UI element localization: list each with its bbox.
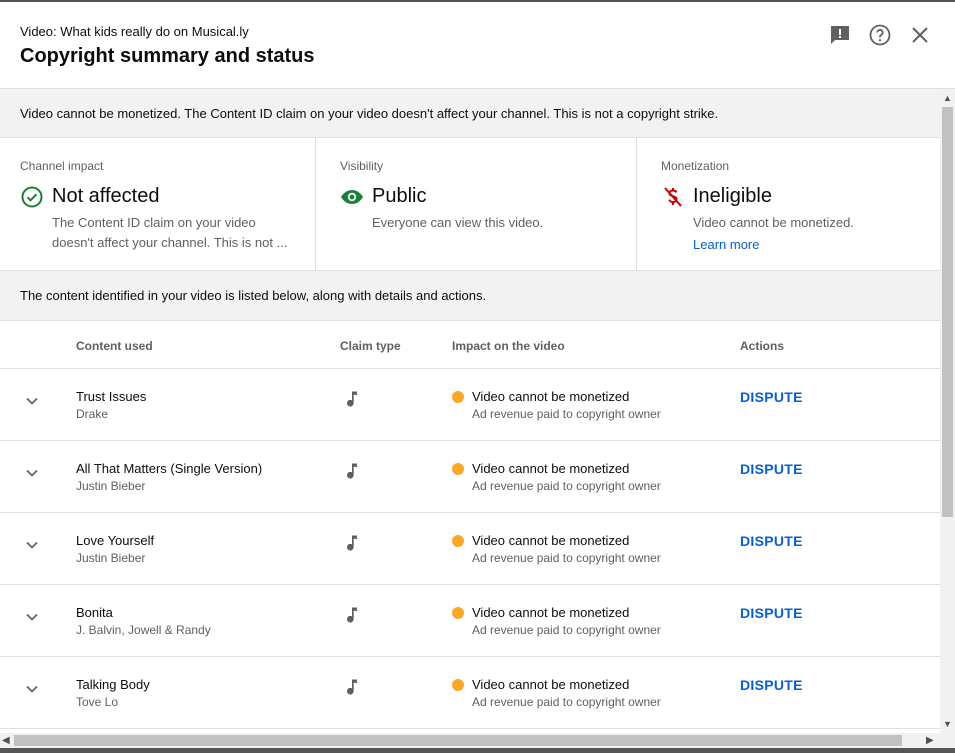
learn-more-link[interactable]: Learn more	[693, 237, 759, 252]
no-dollar-icon	[664, 187, 682, 207]
impact-subtext: Ad revenue paid to copyright owner	[472, 551, 661, 565]
table-row: Love Yourself Justin Bieber Video cannot…	[0, 513, 940, 585]
status-dot	[452, 391, 464, 403]
music-note-icon	[347, 535, 357, 551]
content-info-bar: The content identified in your video is …	[0, 271, 940, 321]
claims-table-body: Trust Issues Drake Video cannot be monet…	[0, 369, 940, 729]
vertical-scrollbar[interactable]: ▲ ▼	[940, 89, 955, 733]
column-header-content: Content used	[76, 339, 153, 353]
impact-text: Video cannot be monetized	[472, 605, 630, 620]
horizontal-scrollbar[interactable]: ◀ ▶	[0, 733, 955, 748]
summary-cards: Channel impact Not affected The Content …	[0, 138, 940, 271]
card-value: Public	[372, 185, 427, 207]
status-dot	[452, 535, 464, 547]
dispute-button[interactable]: DISPUTE	[740, 461, 803, 477]
card-description: The Content ID claim on your video doesn…	[52, 213, 292, 253]
table-header: Content used Claim type Impact on the vi…	[0, 321, 940, 369]
dialog-content: Video cannot be monetized. The Content I…	[0, 89, 940, 733]
card-description-line: doesn't affect your channel. This is not…	[52, 235, 288, 250]
horizontal-scrollbar-thumb[interactable]	[14, 735, 902, 746]
eye-icon	[341, 190, 363, 204]
content-artist: J. Balvin, Jowell & Randy	[76, 623, 211, 637]
content-artist: Justin Bieber	[76, 479, 146, 493]
dispute-button[interactable]: DISPUTE	[740, 389, 803, 405]
impact-text: Video cannot be monetized	[472, 533, 630, 548]
window-bottom-edge	[0, 748, 955, 753]
column-header-impact: Impact on the video	[452, 339, 565, 353]
music-note-icon	[347, 679, 357, 695]
column-header-claim-type: Claim type	[340, 339, 401, 353]
impact-subtext: Ad revenue paid to copyright owner	[472, 407, 661, 421]
monetization-card: Monetization Ineligible Video cannot be …	[637, 138, 940, 271]
dispute-button[interactable]: DISPUTE	[740, 605, 803, 621]
status-dot	[452, 607, 464, 619]
card-description: Video cannot be monetized.	[693, 215, 854, 230]
impact-subtext: Ad revenue paid to copyright owner	[472, 695, 661, 709]
scroll-down-arrow-icon[interactable]: ▼	[943, 719, 952, 729]
dialog-title: Copyright summary and status	[20, 45, 315, 67]
card-label: Monetization	[661, 159, 730, 173]
content-title: Bonita	[76, 605, 113, 620]
content-title: Trust Issues	[76, 389, 147, 404]
scroll-left-arrow-icon[interactable]: ◀	[2, 735, 10, 746]
status-dot	[452, 463, 464, 475]
content-title: All That Matters (Single Version)	[76, 461, 263, 476]
dialog-header: Video: What kids really do on Musical.ly…	[0, 0, 955, 89]
content-artist: Tove Lo	[76, 695, 119, 709]
chevron-down-icon[interactable]	[22, 391, 42, 411]
content-title: Love Yourself	[76, 533, 155, 548]
content-artist: Justin Bieber	[76, 551, 146, 565]
card-description-line: The Content ID claim on your video	[52, 215, 256, 230]
channel-impact-card: Channel impact Not affected The Content …	[0, 138, 316, 271]
card-description: Everyone can view this video.	[372, 215, 544, 230]
check-circle-icon	[21, 186, 43, 208]
card-label: Visibility	[340, 159, 384, 173]
column-header-actions: Actions	[740, 339, 785, 353]
scroll-up-arrow-icon[interactable]: ▲	[943, 93, 952, 103]
impact-text: Video cannot be monetized	[472, 677, 630, 692]
visibility-card: Visibility Public Everyone can view this…	[316, 138, 637, 271]
video-title: Video: What kids really do on Musical.ly	[20, 24, 249, 39]
scroll-right-arrow-icon[interactable]: ▶	[926, 735, 934, 746]
chevron-down-icon[interactable]	[22, 535, 42, 555]
dispute-button[interactable]: DISPUTE	[740, 677, 803, 693]
content-artist: Drake	[76, 407, 109, 421]
feedback-icon[interactable]	[827, 22, 853, 48]
table-row: Talking Body Tove Lo Video cannot be mon…	[0, 657, 940, 729]
dispute-button[interactable]: DISPUTE	[740, 533, 803, 549]
table-row: All That Matters (Single Version) Justin…	[0, 441, 940, 513]
content-title: Talking Body	[76, 677, 150, 692]
status-banner: Video cannot be monetized. The Content I…	[0, 89, 940, 138]
help-icon[interactable]	[867, 22, 893, 48]
chevron-down-icon[interactable]	[22, 679, 42, 699]
status-dot	[452, 679, 464, 691]
card-value: Ineligible	[693, 185, 772, 207]
close-icon[interactable]	[907, 22, 933, 48]
music-note-icon	[347, 607, 357, 623]
impact-text: Video cannot be monetized	[472, 461, 630, 476]
chevron-down-icon[interactable]	[22, 463, 42, 483]
card-label: Channel impact	[20, 159, 104, 173]
card-value: Not affected	[52, 185, 160, 207]
impact-text: Video cannot be monetized	[472, 389, 630, 404]
table-row: Bonita J. Balvin, Jowell & Randy Video c…	[0, 585, 940, 657]
impact-subtext: Ad revenue paid to copyright owner	[472, 623, 661, 637]
impact-subtext: Ad revenue paid to copyright owner	[472, 479, 661, 493]
music-note-icon	[347, 463, 357, 479]
chevron-down-icon[interactable]	[22, 607, 42, 627]
vertical-scrollbar-thumb[interactable]	[942, 107, 953, 517]
music-note-icon	[347, 391, 357, 407]
table-row: Trust Issues Drake Video cannot be monet…	[0, 369, 940, 441]
